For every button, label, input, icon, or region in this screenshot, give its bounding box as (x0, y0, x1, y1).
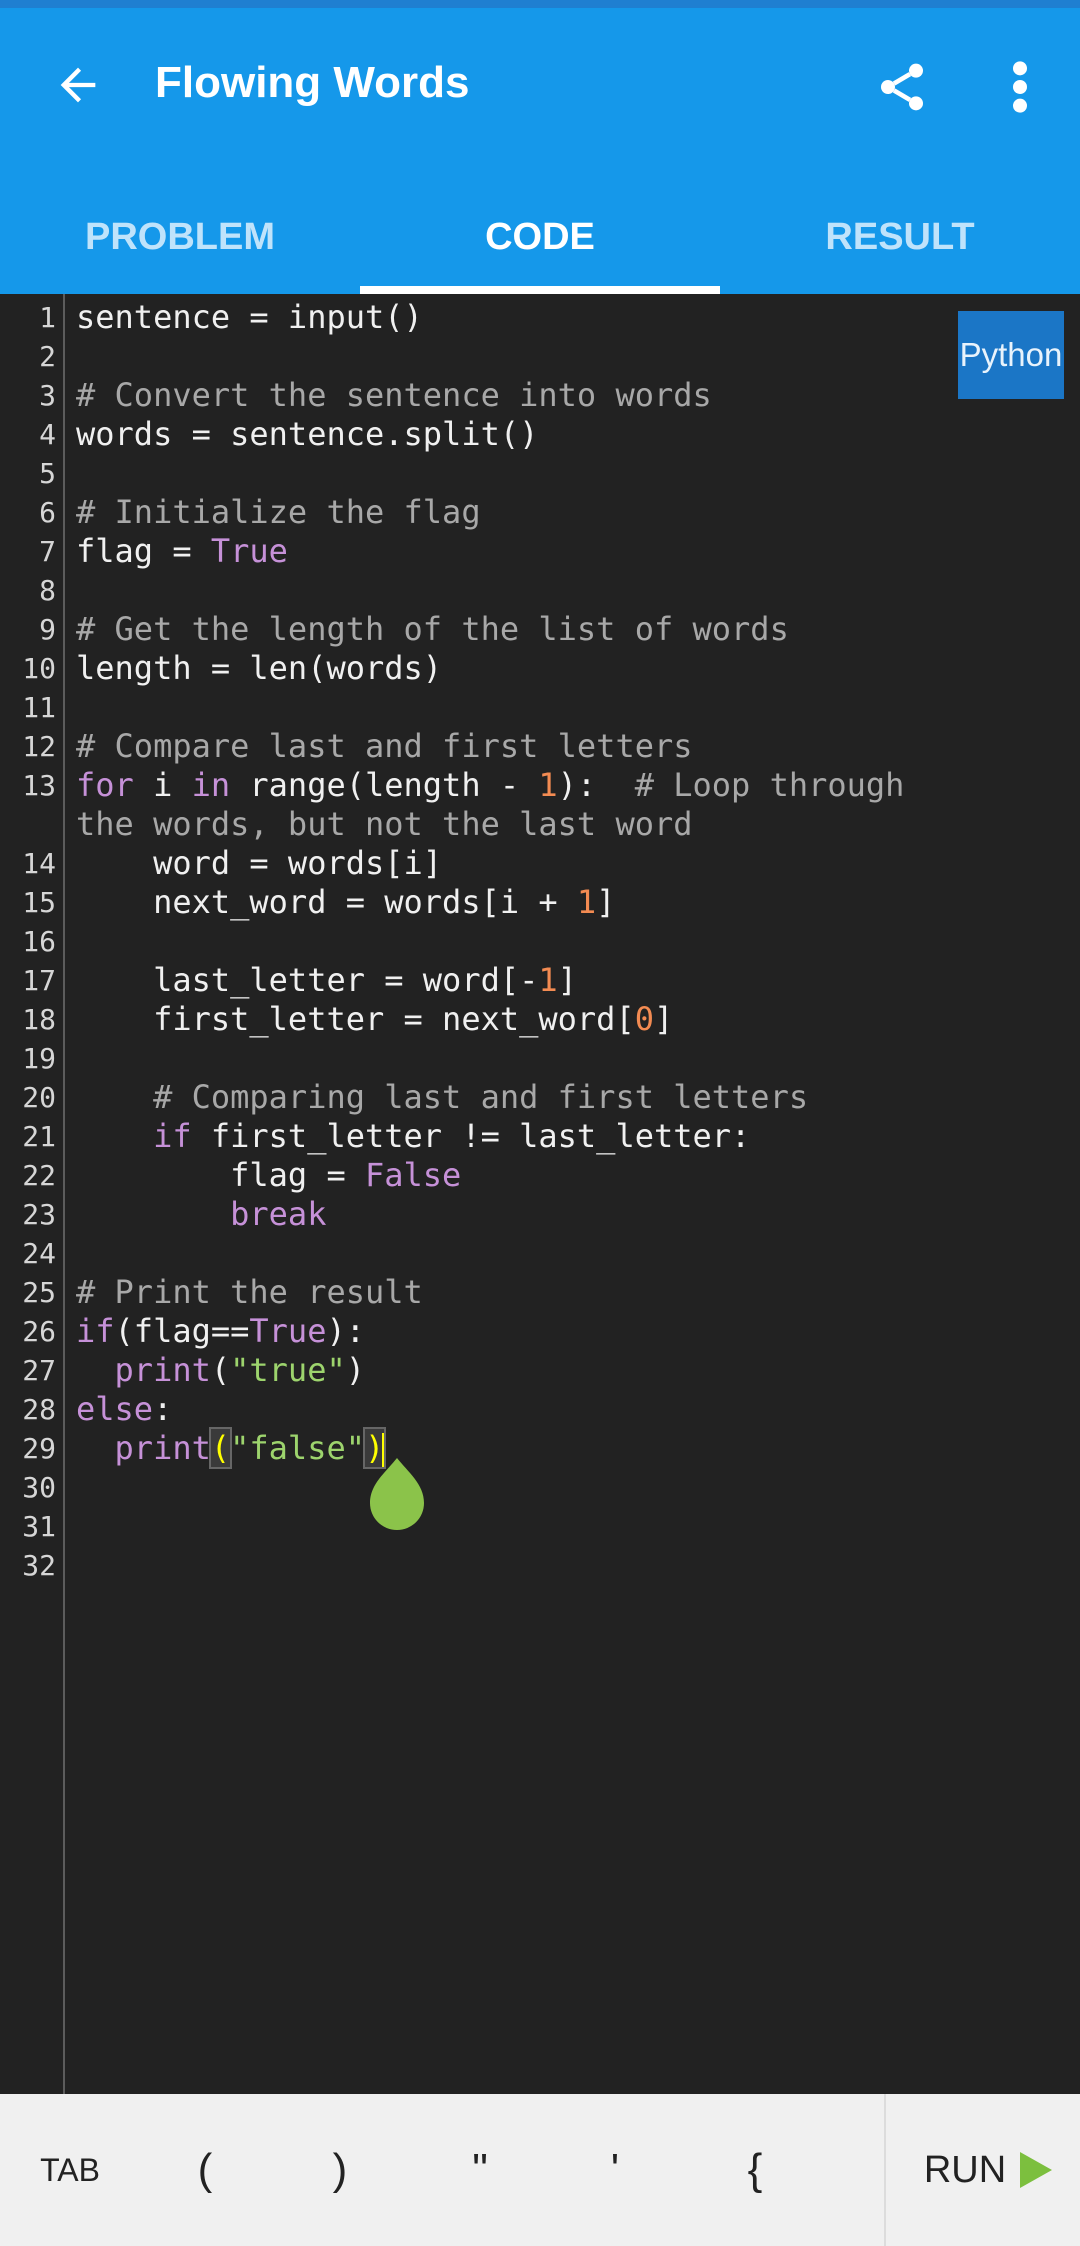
line-number: 13 (22, 769, 56, 802)
open-paren-key[interactable]: ( (150, 2094, 260, 2246)
code-line[interactable]: if(flag==True): (76, 1312, 365, 1351)
line-number: 28 (22, 1393, 56, 1426)
code-line[interactable]: first_letter = next_word[0] (76, 1000, 673, 1039)
code-line[interactable]: if first_letter != last_letter: (76, 1117, 750, 1156)
code-line[interactable]: # Compare last and first letters (76, 727, 693, 766)
code-line[interactable]: # Initialize the flag (76, 493, 481, 532)
line-number: 7 (39, 535, 56, 568)
tab-problem[interactable]: PROBLEM (0, 180, 360, 294)
close-paren-key[interactable]: ) (285, 2094, 395, 2246)
share-icon (881, 63, 923, 111)
code-line[interactable]: next_word = words[i + 1] (76, 883, 615, 922)
code-line[interactable]: word = words[i] (76, 844, 442, 883)
line-number: 10 (22, 652, 56, 685)
code-line[interactable]: # Get the length of the list of words (76, 610, 789, 649)
tab-result[interactable]: RESULT (720, 180, 1080, 294)
more-options-button[interactable] (990, 52, 1050, 122)
line-number: 12 (22, 730, 56, 763)
code-line[interactable]: # Print the result (76, 1273, 423, 1312)
double-quote-key[interactable]: " (425, 2094, 535, 2246)
line-number: 8 (39, 574, 56, 607)
line-number: 27 (22, 1354, 56, 1387)
play-icon (1020, 2152, 1053, 2188)
line-number: 9 (39, 613, 56, 646)
open-brace-key[interactable]: { (700, 2094, 810, 2246)
single-quote-key[interactable]: ' (560, 2094, 670, 2246)
line-number: 26 (22, 1315, 56, 1348)
line-number: 18 (22, 1003, 56, 1036)
status-strip (0, 0, 1080, 8)
code-line[interactable]: print("true") (76, 1351, 365, 1390)
line-number: 4 (39, 418, 56, 451)
gutter-divider (63, 294, 65, 2094)
more-vert-icon (1013, 61, 1027, 113)
code-line[interactable]: print("false") (76, 1427, 387, 1469)
code-line[interactable]: # Convert the sentence into words (76, 376, 712, 415)
share-button[interactable] (872, 52, 932, 122)
app-bar: Flowing Words PROBLEM CODE RESULT (0, 0, 1080, 294)
line-number: 6 (39, 496, 56, 529)
line-number: 32 (22, 1549, 56, 1582)
code-line[interactable]: sentence = input() (76, 298, 423, 337)
tab-bar: PROBLEM CODE RESULT (0, 180, 1080, 294)
line-number: 19 (22, 1042, 56, 1075)
run-label: RUN (923, 2148, 1007, 2191)
run-separator (884, 2094, 886, 2246)
line-number: 3 (39, 379, 56, 412)
line-number: 2 (39, 340, 56, 373)
arrow-left-icon (60, 67, 96, 103)
line-number: 5 (39, 457, 56, 490)
line-number: 24 (22, 1237, 56, 1270)
tab-code[interactable]: CODE (360, 180, 720, 294)
text-selection-handle[interactable] (370, 1458, 424, 1530)
code-line[interactable]: break (76, 1195, 326, 1234)
line-number: 20 (22, 1081, 56, 1114)
line-number: 22 (22, 1159, 56, 1192)
line-number: 21 (22, 1120, 56, 1153)
code-line[interactable]: length = len(words) (76, 649, 442, 688)
keyboard-shortcut-bar: TAB ( ) " ' { RUN (0, 2094, 1080, 2246)
line-number: 31 (22, 1510, 56, 1543)
code-line[interactable]: else: (76, 1390, 172, 1429)
code-line[interactable]: flag = False (76, 1156, 461, 1195)
line-number: 17 (22, 964, 56, 997)
code-line[interactable]: words = sentence.split() (76, 415, 538, 454)
back-button[interactable] (48, 55, 108, 115)
line-number: 25 (22, 1276, 56, 1309)
code-line[interactable]: # Comparing last and first letters (76, 1078, 808, 1117)
run-button[interactable]: RUN (898, 2094, 1080, 2246)
language-badge[interactable]: Python (958, 311, 1064, 399)
tab-key[interactable]: TAB (0, 2094, 140, 2246)
code-line[interactable]: for i in range(length - 1): # Loop throu… (76, 766, 924, 844)
line-number: 11 (22, 691, 56, 724)
code-line[interactable]: flag = True (76, 532, 288, 571)
page-title: Flowing Words (155, 58, 470, 107)
line-number: 23 (22, 1198, 56, 1231)
line-number: 16 (22, 925, 56, 958)
code-line[interactable]: last_letter = word[-1] (76, 961, 577, 1000)
line-number: 1 (39, 301, 56, 334)
line-number: 30 (22, 1471, 56, 1504)
line-number: 15 (22, 886, 56, 919)
line-number: 14 (22, 847, 56, 880)
line-number: 29 (22, 1432, 56, 1465)
